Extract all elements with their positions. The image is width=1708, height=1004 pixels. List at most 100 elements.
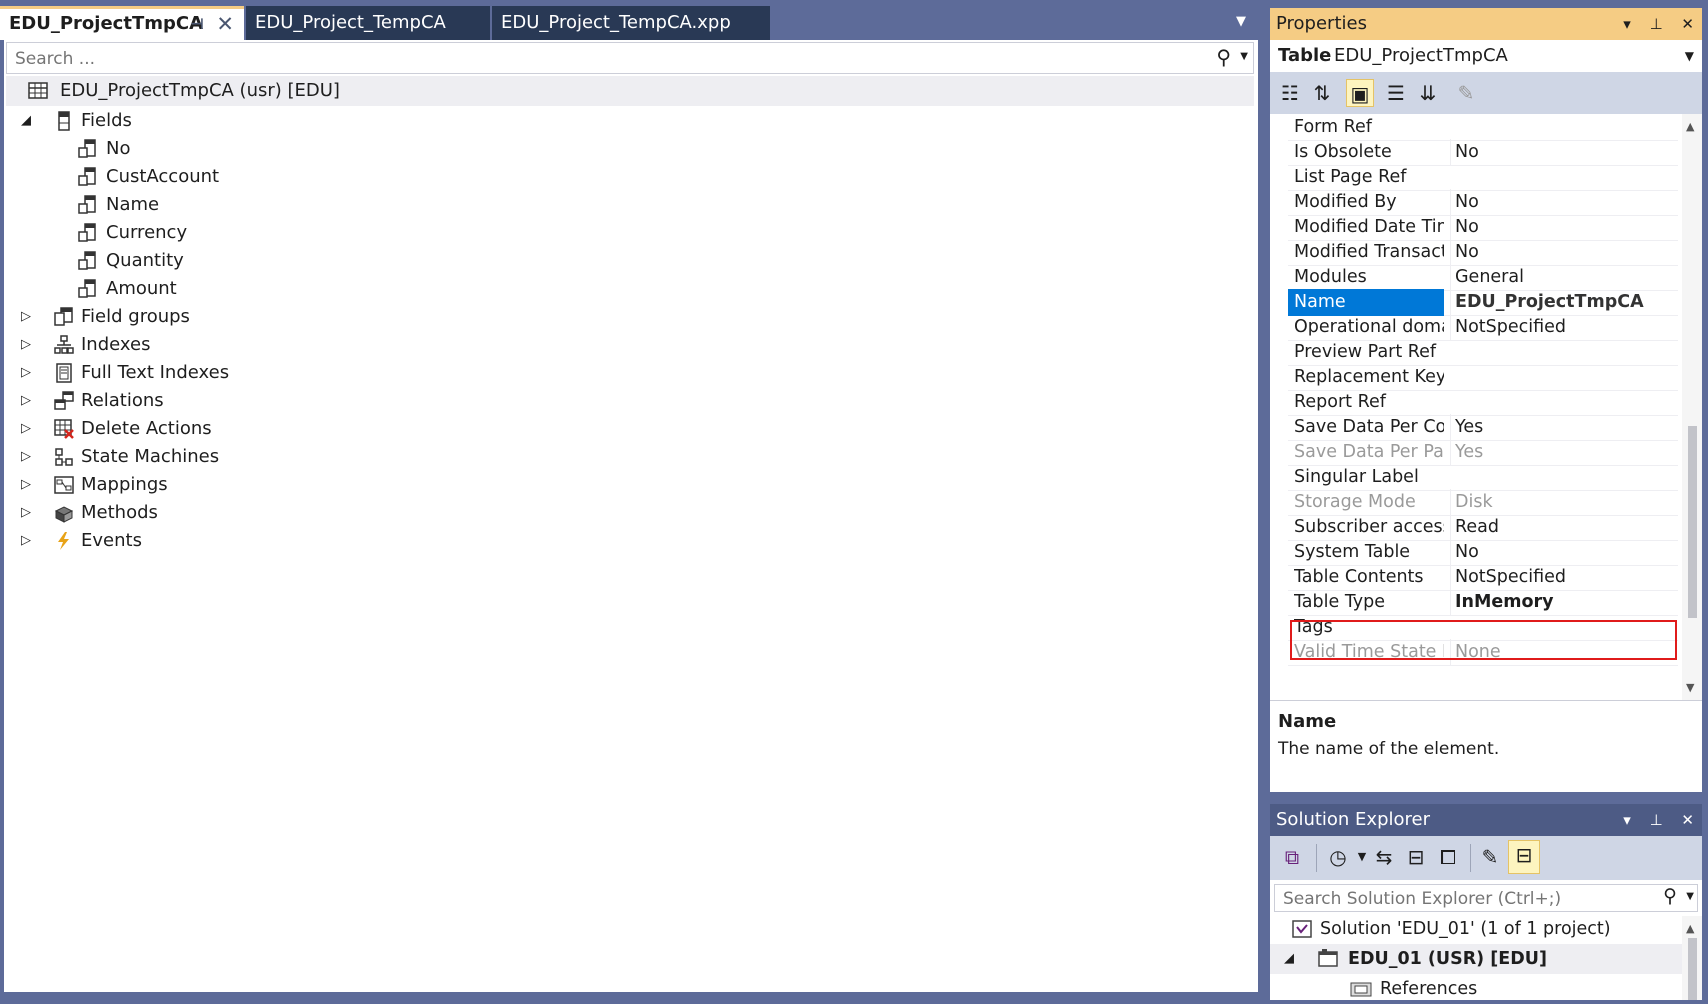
property-value[interactable]: NotSpecified xyxy=(1450,314,1678,341)
search-icon[interactable]: ⚲ xyxy=(1216,45,1231,69)
property-row[interactable]: Form Ref xyxy=(1288,114,1678,141)
expand-arrow-icon[interactable]: ▷ xyxy=(18,526,34,556)
expand-arrow-icon[interactable]: ▷ xyxy=(18,470,34,500)
tree-field-item[interactable]: Quantity xyxy=(6,246,606,276)
tree-node-state-machines[interactable]: ▷ State Machines xyxy=(6,442,606,472)
window-position-dropdown-icon[interactable]: ▾ xyxy=(1623,15,1631,33)
property-value[interactable]: No xyxy=(1450,189,1678,216)
close-icon[interactable]: ✕ xyxy=(1681,15,1694,33)
tab-edu-project-tempca-xpp[interactable]: EDU_Project_TempCA.xpp xyxy=(492,6,770,40)
property-row[interactable]: List Page Ref xyxy=(1288,164,1678,191)
pin-icon[interactable]: ⊣ xyxy=(190,9,204,39)
expand-arrow-icon[interactable]: ▷ xyxy=(18,358,34,388)
close-icon[interactable]: ✕ xyxy=(216,9,234,39)
tree-node-field-groups[interactable]: ▷ Field groups xyxy=(6,302,606,332)
tree-field-item[interactable]: CustAccount xyxy=(6,162,606,192)
switch-views-icon[interactable]: ⧉ xyxy=(1278,843,1306,871)
wrench-icon[interactable]: ✎ xyxy=(1452,79,1480,107)
property-value[interactable]: EDU_ProjectTmpCA xyxy=(1450,289,1678,316)
search-options-dropdown-icon[interactable]: ▼ xyxy=(1686,891,1694,902)
properties-object-selector[interactable]: Table EDU_ProjectTmpCA ▼ xyxy=(1270,40,1702,72)
solution-explorer-scrollbar[interactable]: ▲ xyxy=(1682,916,1702,1000)
expand-arrow-icon[interactable]: ▷ xyxy=(18,302,34,332)
property-row[interactable]: Modified TransactionId No xyxy=(1288,239,1678,266)
tab-overflow-dropdown-icon[interactable]: ▼ xyxy=(1236,14,1246,29)
expand-arrow-icon[interactable]: ▷ xyxy=(18,498,34,528)
alphabetical-sort-icon[interactable]: ⇅ xyxy=(1308,79,1336,107)
property-row[interactable]: Table Contents NotSpecified xyxy=(1288,564,1678,591)
solution-explorer-search-input[interactable] xyxy=(1281,888,1645,910)
tab-edu-project-tempca[interactable]: EDU_Project_TempCA xyxy=(246,6,490,40)
collapse-arrow-icon[interactable]: ◢ xyxy=(18,106,34,136)
property-value[interactable]: No xyxy=(1450,214,1678,241)
property-row[interactable]: Modified By No xyxy=(1288,189,1678,216)
scroll-up-arrow-icon[interactable]: ▲ xyxy=(1686,120,1694,133)
scroll-thumb[interactable] xyxy=(1688,938,1697,1000)
expand-arrow-icon[interactable]: ▷ xyxy=(18,386,34,416)
property-value[interactable]: InMemory xyxy=(1450,589,1678,616)
tree-node-delete-actions[interactable]: ▷ Delete Actions xyxy=(6,414,606,444)
property-list-icon[interactable]: ☰ xyxy=(1382,79,1410,107)
property-row[interactable]: Singular Label xyxy=(1288,464,1678,491)
sync-with-document-icon[interactable]: ⇆ xyxy=(1370,843,1398,871)
property-value[interactable]: Yes xyxy=(1450,414,1678,441)
collapse-arrow-icon[interactable]: ◢ xyxy=(1284,944,1294,974)
tree-node-mappings[interactable]: ▷ Mappings xyxy=(6,470,606,500)
property-row[interactable]: Is Obsolete No xyxy=(1288,139,1678,166)
expand-arrow-icon[interactable]: ▷ xyxy=(18,414,34,444)
property-value[interactable]: No xyxy=(1450,239,1678,266)
collapse-all-icon[interactable]: ⊟ xyxy=(1402,843,1430,871)
tree-field-item[interactable]: No xyxy=(6,134,606,164)
expand-arrow-icon[interactable]: ▷ xyxy=(18,330,34,360)
expand-arrow-icon[interactable]: ▷ xyxy=(18,442,34,472)
close-icon[interactable]: ✕ xyxy=(1681,811,1694,829)
search-options-dropdown-icon[interactable]: ▼ xyxy=(1240,51,1248,62)
tree-field-item[interactable]: Currency xyxy=(6,218,606,248)
wrench-icon[interactable]: ✎ xyxy=(1476,843,1504,871)
property-row[interactable]: Modified Date Time No xyxy=(1288,214,1678,241)
scroll-thumb[interactable] xyxy=(1688,426,1697,618)
chevron-down-icon[interactable]: ▼ xyxy=(1685,40,1694,72)
property-row-readonly[interactable]: Save Data Per Partition Yes xyxy=(1288,439,1678,466)
search-icon[interactable]: ⚲ xyxy=(1663,885,1677,907)
window-position-dropdown-icon[interactable]: ▾ xyxy=(1623,811,1631,829)
tab-edu-projecttmpca[interactable]: EDU_ProjectTmpCA ⊣ ✕ xyxy=(0,6,244,40)
property-value[interactable]: NotSpecified xyxy=(1450,564,1678,591)
tree-node-fields[interactable]: ◢ Fields xyxy=(6,106,606,136)
property-value[interactable]: Read xyxy=(1450,514,1678,541)
project-node[interactable]: ◢ EDU_01 (USR) [EDU] xyxy=(1270,944,1682,974)
property-row[interactable]: Preview Part Ref xyxy=(1288,339,1678,366)
property-value[interactable]: No xyxy=(1450,539,1678,566)
scroll-down-arrow-icon[interactable]: ▼ xyxy=(1686,681,1694,694)
pin-icon[interactable]: ⊥ xyxy=(1650,811,1663,829)
property-row[interactable]: Replacement Key xyxy=(1288,364,1678,391)
tree-node-methods[interactable]: ▷ Methods xyxy=(6,498,606,528)
properties-page-icon[interactable]: ▣ xyxy=(1346,79,1374,107)
solution-node[interactable]: Solution 'EDU_01' (1 of 1 project) xyxy=(1270,914,1682,944)
property-row-readonly[interactable]: Storage Mode Disk xyxy=(1288,489,1678,516)
sort-descending-icon[interactable]: ⇊ xyxy=(1414,79,1442,107)
categorized-icon[interactable]: ☷ xyxy=(1276,79,1304,107)
scroll-up-arrow-icon[interactable]: ▲ xyxy=(1686,922,1694,935)
property-row-selected[interactable]: Name EDU_ProjectTmpCA xyxy=(1288,289,1678,316)
properties-scrollbar[interactable]: ▲ ▼ xyxy=(1682,114,1702,700)
show-all-files-icon[interactable]: ⧠ xyxy=(1434,843,1462,871)
tree-node-events[interactable]: ▷ Events xyxy=(6,526,606,556)
property-row[interactable]: Report Ref xyxy=(1288,389,1678,416)
property-row[interactable]: Save Data Per Company Yes xyxy=(1288,414,1678,441)
tree-node-indexes[interactable]: ▷ Indexes xyxy=(6,330,606,360)
property-value[interactable]: No xyxy=(1450,139,1678,166)
pin-icon[interactable]: ⊥ xyxy=(1650,15,1663,33)
property-row[interactable]: System Table No xyxy=(1288,539,1678,566)
property-value[interactable]: General xyxy=(1450,264,1678,291)
tree-node-full-text-indexes[interactable]: ▷ Full Text Indexes xyxy=(6,358,606,388)
property-row-table-type[interactable]: Table Type InMemory xyxy=(1288,589,1678,616)
tree-root-node[interactable]: EDU_ProjectTmpCA (usr) [EDU] xyxy=(6,76,1254,106)
property-row[interactable]: Subscriber access level Read xyxy=(1288,514,1678,541)
tree-field-item[interactable]: Name xyxy=(6,190,606,220)
property-row[interactable]: Operational domain NotSpecified xyxy=(1288,314,1678,341)
tree-node-relations[interactable]: ▷ Relations xyxy=(6,386,606,416)
tree-field-item[interactable]: Amount xyxy=(6,274,606,304)
property-row[interactable]: Modules General xyxy=(1288,264,1678,291)
preview-selected-items-icon[interactable]: ⊟ xyxy=(1508,840,1540,874)
